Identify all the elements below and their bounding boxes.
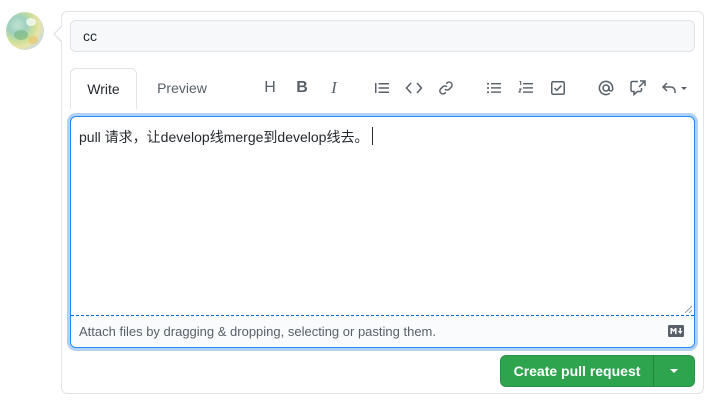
quote-icon[interactable] [370,76,394,100]
attach-hint: Attach files by dragging & dropping, sel… [79,324,436,339]
code-icon[interactable] [402,76,426,100]
bold-glyph: B [296,79,308,96]
create-pr-button-group: Create pull request [500,355,695,387]
avatar-detail [26,18,36,26]
tab-preview[interactable]: Preview [150,68,214,108]
title-input[interactable] [70,20,695,52]
avatar-detail [14,30,28,40]
link-icon[interactable] [434,76,458,100]
task-list-svg [551,81,565,95]
mention-icon[interactable] [594,76,618,100]
italic-icon[interactable]: I [322,76,346,100]
numbered-list-icon[interactable] [514,76,538,100]
task-list-icon[interactable] [546,76,570,100]
comment-text: pull 请求，让develop线merge到develop线去。 [79,129,369,145]
card-pointer-inner [55,27,62,41]
link-svg [439,81,453,95]
numbered-list-svg [518,80,533,93]
avatar-detail [28,36,38,44]
create-pull-request-button[interactable]: Create pull request [500,355,654,387]
markdown-icon[interactable] [668,325,684,337]
italic-glyph: I [331,78,337,97]
comment-textarea[interactable]: pull 请求，让develop线merge到develop线去。 [71,117,694,316]
avatar[interactable] [6,12,44,50]
editor-tabbar: Write Preview H B I [70,68,695,109]
cross-reference-svg [630,80,646,97]
pull-request-compose: Write Preview H B I [0,0,711,402]
code-svg [405,82,423,94]
bold-icon[interactable]: B [290,76,314,100]
cross-reference-icon[interactable] [626,76,650,100]
mention-svg [598,80,614,96]
chevron-down-icon [670,369,678,373]
quote-svg [375,83,389,93]
reply-svg [661,82,687,93]
reply-icon[interactable] [660,76,692,100]
bullet-list-svg [487,83,501,93]
text-caret [372,127,374,145]
resize-grip[interactable] [684,305,692,313]
heading-glyph: H [264,79,276,96]
attach-files-bar[interactable]: Attach files by dragging & dropping, sel… [71,316,694,347]
heading-icon[interactable]: H [258,76,282,100]
comment-editor: pull 请求，让develop线merge到develop线去。 Attach… [70,116,695,348]
bullet-list-icon[interactable] [482,76,506,100]
tab-write[interactable]: Write [70,68,137,109]
create-options-dropdown[interactable] [653,355,695,387]
